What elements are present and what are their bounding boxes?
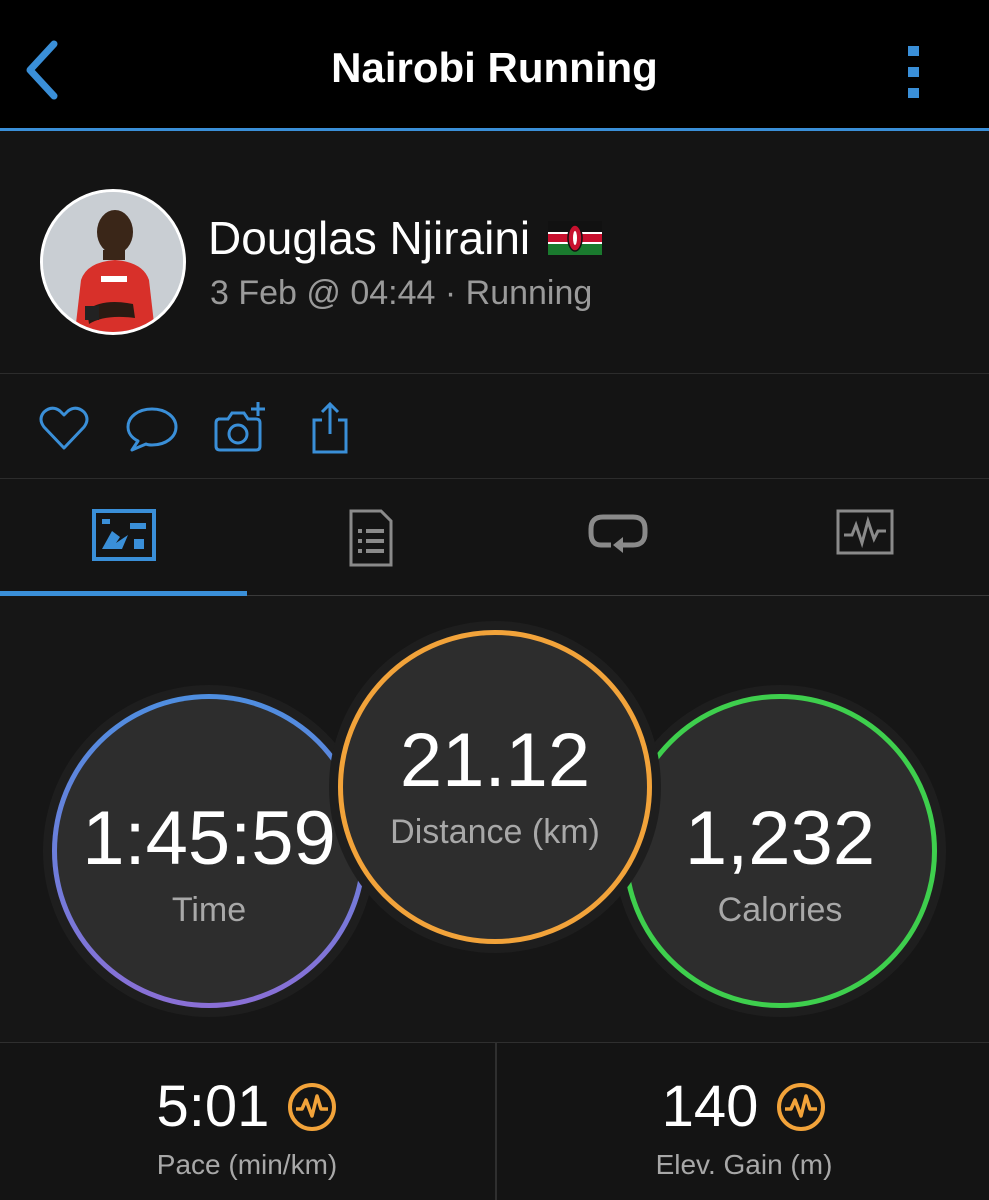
charts-pulse-icon <box>836 509 893 555</box>
share-icon[interactable] <box>302 400 358 456</box>
top-bar: Nairobi Running <box>0 0 989 131</box>
stats-document-icon <box>349 509 392 567</box>
tab-overview[interactable] <box>0 479 247 596</box>
avatar[interactable] <box>40 189 186 335</box>
time-label: Time <box>171 890 247 929</box>
laps-loop-icon <box>588 514 647 553</box>
kenya-flag-icon <box>548 221 603 255</box>
detail-stats: 5:01 Pace (min/km) 140 Elev. Gain (m) <box>0 1043 989 1200</box>
activity-owner: Douglas Njiraini 3 Feb @ 04:44 · Running <box>0 131 989 374</box>
like-heart-icon[interactable] <box>36 400 92 456</box>
tab-stats[interactable] <box>247 479 494 595</box>
pace-label: Pace (min/km) <box>156 1149 338 1180</box>
time-circle: 1:45:59 Time <box>52 694 366 1008</box>
elevation-value: 140 <box>661 1074 759 1139</box>
heart-rate-icon <box>288 1082 337 1131</box>
activity-meta: 3 Feb @ 04:44 · Running <box>210 274 593 312</box>
comment-bubble-icon[interactable] <box>124 400 180 456</box>
heart-rate-icon <box>777 1082 826 1131</box>
map-overview-icon <box>91 509 156 561</box>
calories-value: 1,232 <box>684 795 876 881</box>
distance-label: Distance (km) <box>390 812 600 851</box>
pace-value: 5:01 <box>156 1074 270 1139</box>
calories-label: Calories <box>717 890 843 929</box>
summary-stats: 1:45:59 Time 1,232 Calories 21.12 Distan… <box>0 596 989 1043</box>
distance-circle: 21.12 Distance (km) <box>338 630 652 944</box>
calories-circle: 1,232 Calories <box>623 694 937 1008</box>
distance-value: 21.12 <box>399 717 591 803</box>
add-photo-camera-icon[interactable] <box>212 400 268 456</box>
page-title: Nairobi Running <box>331 44 658 91</box>
time-value: 1:45:59 <box>82 795 336 881</box>
activity-tabs <box>0 479 989 596</box>
more-options-icon[interactable] <box>904 44 924 100</box>
athlete-name-text: Douglas Njiraini <box>208 212 531 264</box>
tab-laps[interactable] <box>494 479 741 595</box>
pace-cell: 5:01 Pace (min/km) <box>0 1043 494 1200</box>
tab-charts[interactable] <box>741 479 988 595</box>
athlete-name[interactable]: Douglas Njiraini <box>208 211 603 265</box>
elevation-cell: 140 Elev. Gain (m) <box>495 1043 989 1200</box>
social-actions <box>0 374 989 479</box>
elevation-label: Elev. Gain (m) <box>655 1149 833 1180</box>
